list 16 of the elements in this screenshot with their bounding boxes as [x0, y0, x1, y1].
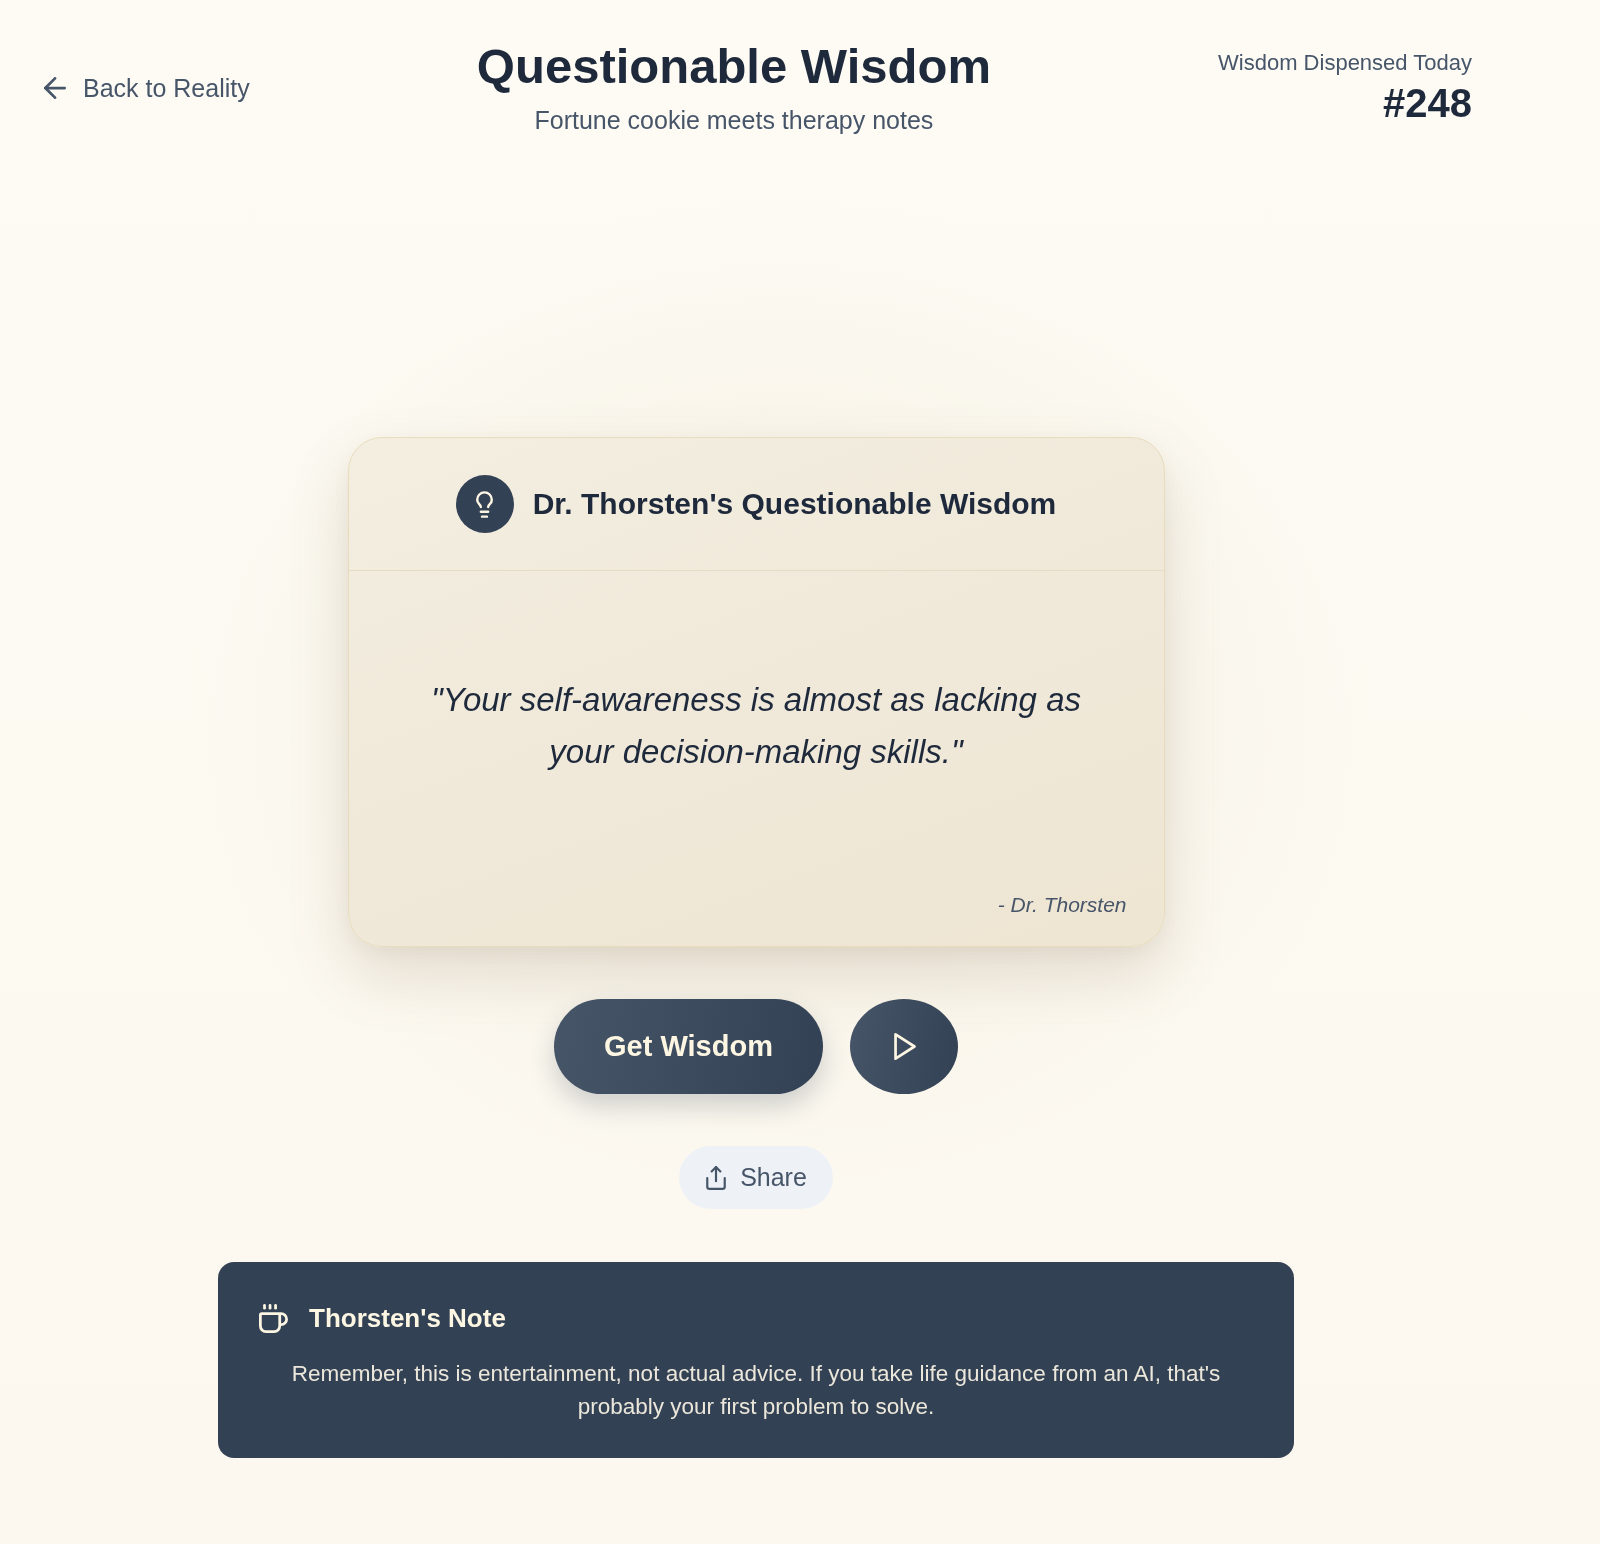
back-link[interactable]: Back to Reality [44, 73, 250, 103]
quote-text: "Your self-awareness is almost as lacking as your decision-making skills." [430, 680, 1082, 772]
counter-value: #248 [1382, 80, 1472, 126]
note-text: Remember, this is entertainment, not actual advice. If you take life guidance from an AI, that's probably your first problem to solve. [290, 1360, 1222, 1421]
share-button[interactable]: Share [679, 1146, 833, 1209]
get-wisdom-button[interactable]: Get Wisdom [554, 999, 823, 1094]
card-title: Dr. Thorsten's Questionable Wisdom [532, 486, 1057, 522]
note-title: Thorsten's Note [309, 1302, 506, 1334]
share-icon [706, 1165, 727, 1190]
page-subtitle: Fortune cookie meets therapy notes [533, 105, 935, 135]
page-title: Questionable Wisdom [476, 38, 991, 94]
play-icon [893, 1033, 916, 1060]
quote-attribution: - Dr. Thorsten [997, 892, 1127, 918]
coffee-cup-icon [259, 1303, 288, 1333]
counter-label: Wisdom Dispensed Today [1218, 50, 1472, 76]
lightbulb-icon [455, 475, 514, 533]
